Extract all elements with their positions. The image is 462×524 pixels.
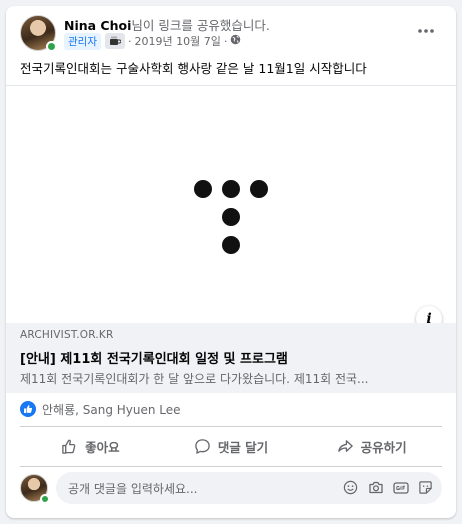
thumbs-up-icon [62, 439, 76, 454]
comment-button[interactable]: 댓글 달기 [161, 430, 302, 462]
divider [20, 426, 442, 427]
link-title[interactable]: [안내] 제11회 전국기록인대회 일정 및 프로그램 [20, 348, 442, 367]
group-badge-icon [104, 33, 125, 49]
comment-label: 댓글 달기 [217, 439, 269, 455]
like-label: 좋아요 [85, 439, 120, 455]
comment-tools [342, 479, 434, 496]
link-preview-image[interactable]: i [6, 85, 456, 332]
reaction-names[interactable]: 안해룡, Sang Hyuen Lee [42, 401, 181, 418]
author-action-text: 님이 링크를 공유했습니다. [131, 18, 270, 33]
gif-icon[interactable] [392, 479, 409, 496]
more-options-button[interactable] [412, 20, 440, 42]
reactions-summary[interactable]: 안해룡, Sang Hyuen Lee [20, 399, 181, 419]
post-card: Nina Choi님이 링크를 공유했습니다. 관리자 · 2019년 10월 … [6, 6, 456, 518]
online-status-indicator [46, 41, 57, 52]
meta-separator: · [127, 34, 132, 48]
globe-icon [230, 34, 241, 48]
like-button[interactable]: 좋아요 [20, 430, 161, 462]
more-dots-icon [418, 29, 434, 33]
divider [20, 466, 442, 467]
like-icon [20, 401, 36, 417]
post-meta: 관리자 · 2019년 10월 7일 · [64, 32, 241, 50]
camera-icon[interactable] [367, 479, 384, 496]
share-button[interactable]: 공유하기 [301, 430, 442, 462]
post-header: Nina Choi님이 링크를 공유했습니다. 관리자 · 2019년 10월 … [6, 6, 456, 54]
online-status-indicator [40, 494, 50, 504]
author-name[interactable]: Nina Choi [64, 18, 131, 33]
meta-separator: · [223, 34, 228, 48]
post-actions: 좋아요 댓글 달기 공유하기 [20, 430, 442, 462]
post-date[interactable]: 2019년 10월 7일 [134, 33, 220, 49]
emoji-icon[interactable] [342, 479, 359, 496]
comment-bubble-icon [195, 438, 210, 454]
sticker-icon[interactable] [417, 479, 434, 496]
post-text: 전국기록인대회는 구술사학회 행사랑 같은 날 11월1일 시작합니다 [20, 61, 367, 76]
share-arrow-icon [337, 439, 353, 452]
link-description: 제11회 전국기록인대회가 한 달 앞으로 다가왔습니다. 제11회 전국... [20, 372, 369, 386]
link-preview-meta[interactable]: ARCHIVIST.OR.KR [안내] 제11회 전국기록인대회 일정 및 프… [6, 323, 456, 393]
share-label: 공유하기 [360, 439, 407, 455]
link-domain: ARCHIVIST.OR.KR [20, 329, 114, 341]
comment-composer: 공개 댓글을 입력하세요... [20, 472, 442, 506]
archivist-logo-icon [194, 180, 268, 254]
role-badge: 관리자 [64, 32, 101, 50]
